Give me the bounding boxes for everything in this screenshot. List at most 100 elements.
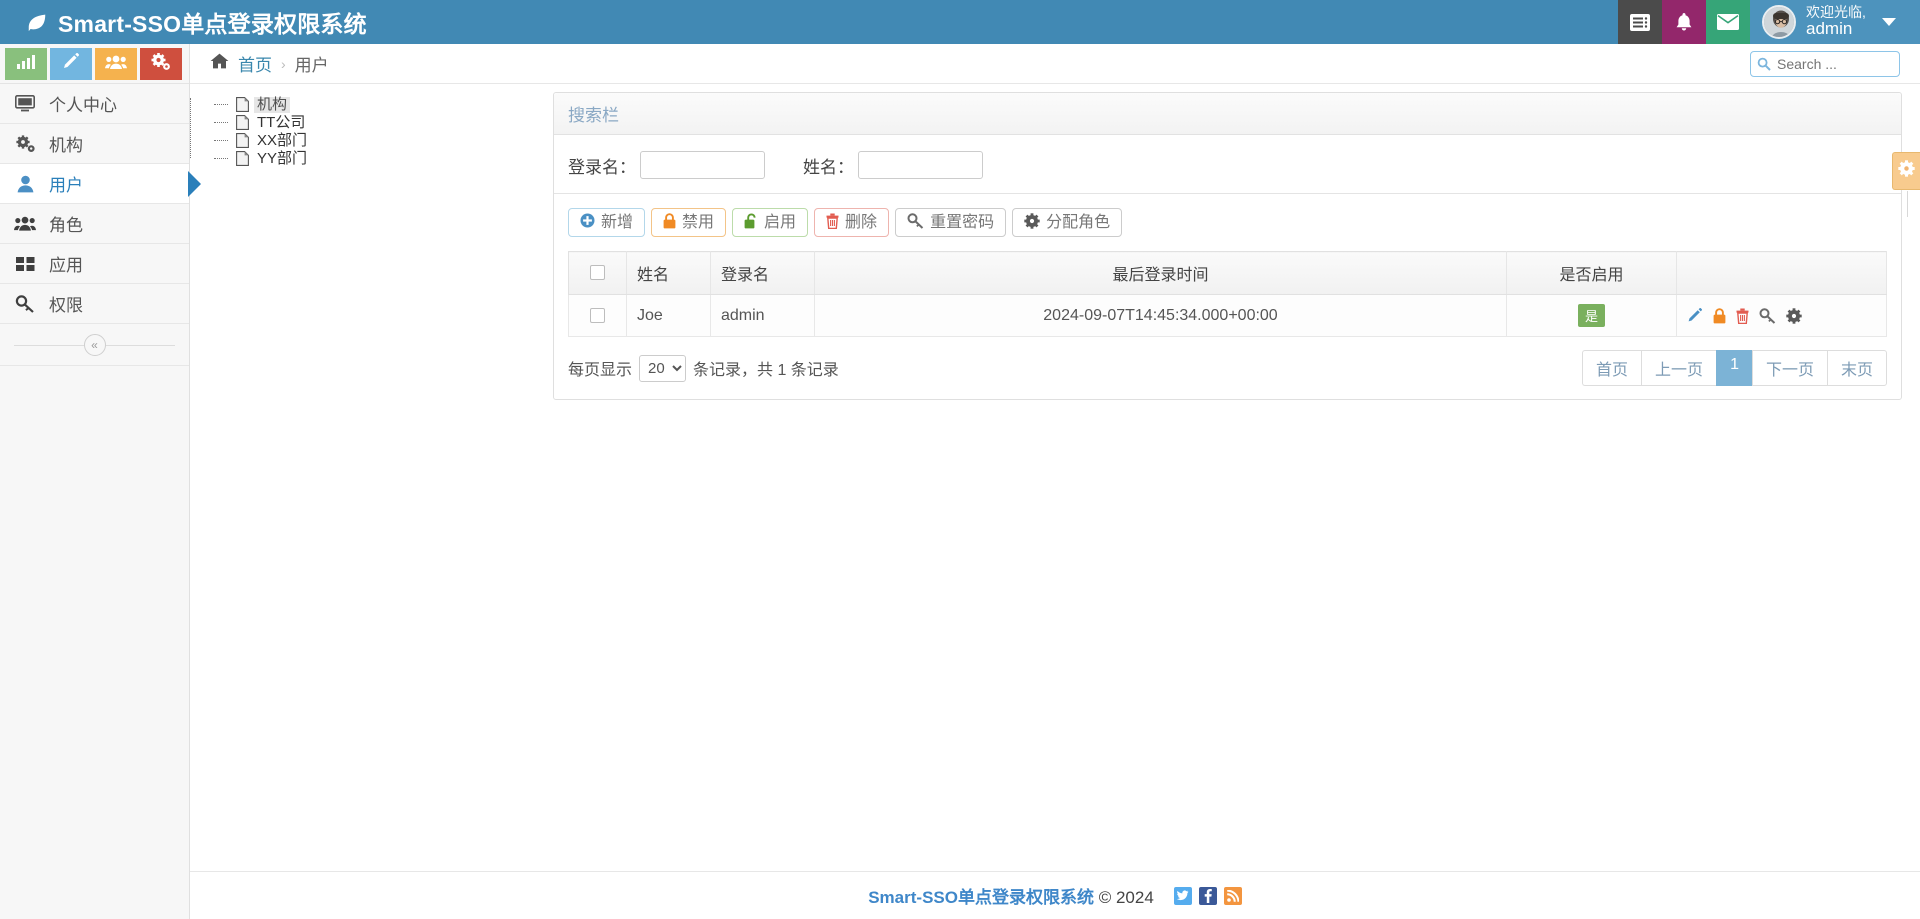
tree-branch-line bbox=[214, 104, 228, 105]
page-size-prefix: 每页显示 bbox=[568, 362, 633, 379]
name-label: 姓名： bbox=[803, 157, 854, 177]
tasks-button[interactable] bbox=[1618, 0, 1662, 44]
assign-role-button[interactable]: 分配角色 bbox=[1012, 208, 1123, 237]
pencil-icon[interactable] bbox=[1687, 307, 1703, 324]
user-menu[interactable]: 欢迎光临, admin bbox=[1750, 0, 1920, 44]
footer-brand[interactable]: Smart-SSO单点登录权限系统 bbox=[868, 888, 1094, 907]
key-icon[interactable] bbox=[1759, 307, 1776, 324]
tree-node-label: TT公司 bbox=[257, 113, 306, 131]
page-number-1[interactable]: 1 bbox=[1716, 350, 1752, 386]
search-icon bbox=[1757, 56, 1771, 76]
column-login: 登录名 bbox=[710, 251, 815, 295]
table-header: 姓名 登录名 最后登录时间 是否启用 bbox=[568, 251, 1887, 295]
cell-name: Joe bbox=[626, 294, 711, 337]
row-select-cell bbox=[568, 294, 627, 337]
tree-node-yy-dept[interactable]: YY部门 bbox=[214, 150, 553, 167]
organization-tree: 机构 TT公司 XX部门 YY部门 bbox=[190, 96, 553, 167]
table-row[interactable]: Joe admin 2024-09-07T14:45:34.000+00:00 … bbox=[568, 294, 1887, 337]
sidebar-item-label: 角色 bbox=[49, 216, 83, 235]
social-links bbox=[1173, 886, 1242, 905]
theme-settings-tab[interactable] bbox=[1892, 152, 1920, 217]
column-name: 姓名 bbox=[626, 251, 711, 295]
page-last-button[interactable]: 末页 bbox=[1826, 350, 1887, 386]
organization-tree-panel: 机构 TT公司 XX部门 YY部门 bbox=[190, 84, 553, 871]
button-label: 启用 bbox=[764, 213, 797, 231]
quick-action-edit[interactable] bbox=[50, 48, 92, 80]
footer-copyright: © 2024 bbox=[1098, 888, 1154, 907]
tree-node-tt-company[interactable]: TT公司 bbox=[214, 114, 553, 131]
disable-button[interactable]: 禁用 bbox=[651, 208, 727, 237]
sidebar-item-label: 机构 bbox=[49, 136, 83, 155]
select-all-checkbox[interactable] bbox=[590, 265, 605, 281]
login-name-label: 登录名： bbox=[568, 157, 636, 177]
facebook-icon[interactable] bbox=[1198, 886, 1217, 905]
sidebar-item-organization[interactable]: 机构 bbox=[0, 124, 189, 164]
tree-branch-line bbox=[214, 122, 228, 123]
content-area: 机构 TT公司 XX部门 YY部门 搜索栏 登录名： 姓名： 新增 禁用 启用 … bbox=[190, 84, 1920, 871]
user-panel-column: 搜索栏 登录名： 姓名： 新增 禁用 启用 删除 重置密码 分配角色 姓名 登录… bbox=[553, 84, 1920, 871]
unlock-icon bbox=[744, 213, 758, 233]
row-action-icons bbox=[1687, 307, 1876, 324]
panel-title: 搜索栏 bbox=[554, 93, 1901, 135]
trash-icon[interactable] bbox=[1736, 308, 1749, 324]
twitter-icon[interactable] bbox=[1173, 886, 1192, 905]
button-label: 新增 bbox=[601, 213, 634, 231]
username-text: admin bbox=[1806, 19, 1853, 39]
page-size-select[interactable]: 20 bbox=[639, 354, 687, 382]
sidebar-item-role[interactable]: 角色 bbox=[0, 204, 189, 244]
desktop-icon bbox=[14, 95, 36, 112]
search-box bbox=[1750, 50, 1900, 77]
trash-icon bbox=[826, 213, 839, 233]
tree-node-xx-dept[interactable]: XX部门 bbox=[214, 132, 553, 149]
breadcrumb-home-link[interactable]: 首页 bbox=[238, 51, 272, 76]
grid-icon bbox=[14, 256, 36, 272]
add-button[interactable]: 新增 bbox=[568, 208, 646, 237]
sidebar-item-personal-center[interactable]: 个人中心 bbox=[0, 84, 189, 124]
brand-logo[interactable]: Smart-SSO单点登录权限系统 bbox=[0, 0, 385, 44]
rss-icon[interactable] bbox=[1223, 886, 1242, 905]
sidebar-collapse-button[interactable]: « bbox=[83, 333, 106, 356]
caret-down-icon bbox=[1881, 18, 1896, 26]
column-select-all bbox=[568, 251, 627, 295]
messages-button[interactable] bbox=[1706, 0, 1750, 44]
button-label: 重置密码 bbox=[930, 213, 995, 231]
tree-node-label: XX部门 bbox=[257, 131, 308, 149]
quick-action-chart[interactable] bbox=[5, 48, 47, 80]
page-next-button[interactable]: 下一页 bbox=[1751, 350, 1827, 386]
sidebar-item-user[interactable]: 用户 bbox=[0, 164, 201, 204]
name-input[interactable] bbox=[858, 151, 983, 179]
page-first-button[interactable]: 首页 bbox=[1582, 350, 1642, 386]
quick-action-users[interactable] bbox=[95, 48, 137, 80]
user-table: 姓名 登录名 最后登录时间 是否启用 Joe admin 2024-09-07T… bbox=[568, 251, 1887, 337]
gear-icon[interactable] bbox=[1786, 307, 1802, 324]
avatar bbox=[1762, 5, 1796, 39]
sidebar-filler bbox=[0, 366, 189, 919]
users-icon bbox=[14, 215, 36, 232]
sidebar-item-application[interactable]: 应用 bbox=[0, 244, 189, 284]
file-icon bbox=[236, 115, 249, 130]
tree-node-root[interactable]: 机构 bbox=[214, 96, 553, 113]
users-icon bbox=[105, 54, 127, 75]
button-label: 禁用 bbox=[682, 213, 715, 231]
header-spacer bbox=[385, 0, 1618, 44]
notifications-button[interactable] bbox=[1662, 0, 1706, 44]
tasks-icon bbox=[1630, 13, 1650, 31]
page-prev-button[interactable]: 上一页 bbox=[1641, 350, 1717, 386]
column-last-login: 最后登录时间 bbox=[814, 251, 1507, 295]
enable-button[interactable]: 启用 bbox=[732, 208, 809, 237]
file-icon bbox=[236, 133, 249, 148]
delete-button[interactable]: 删除 bbox=[814, 208, 890, 237]
sidebar-item-permission[interactable]: 权限 bbox=[0, 284, 189, 324]
action-toolbar: 新增 禁用 启用 删除 重置密码 分配角色 bbox=[568, 194, 1887, 251]
row-checkbox[interactable] bbox=[590, 307, 605, 323]
login-name-input[interactable] bbox=[640, 151, 765, 179]
leaf-icon bbox=[26, 11, 48, 33]
lock-icon bbox=[663, 212, 676, 233]
reset-password-button[interactable]: 重置密码 bbox=[895, 208, 1007, 237]
lock-icon[interactable] bbox=[1713, 307, 1726, 324]
search-input[interactable] bbox=[1750, 50, 1900, 77]
cell-enabled: 是 bbox=[1506, 294, 1677, 337]
quick-action-settings[interactable] bbox=[140, 48, 182, 80]
breadcrumb-current: 用户 bbox=[294, 56, 329, 75]
tree-node-label: 机构 bbox=[254, 96, 291, 113]
